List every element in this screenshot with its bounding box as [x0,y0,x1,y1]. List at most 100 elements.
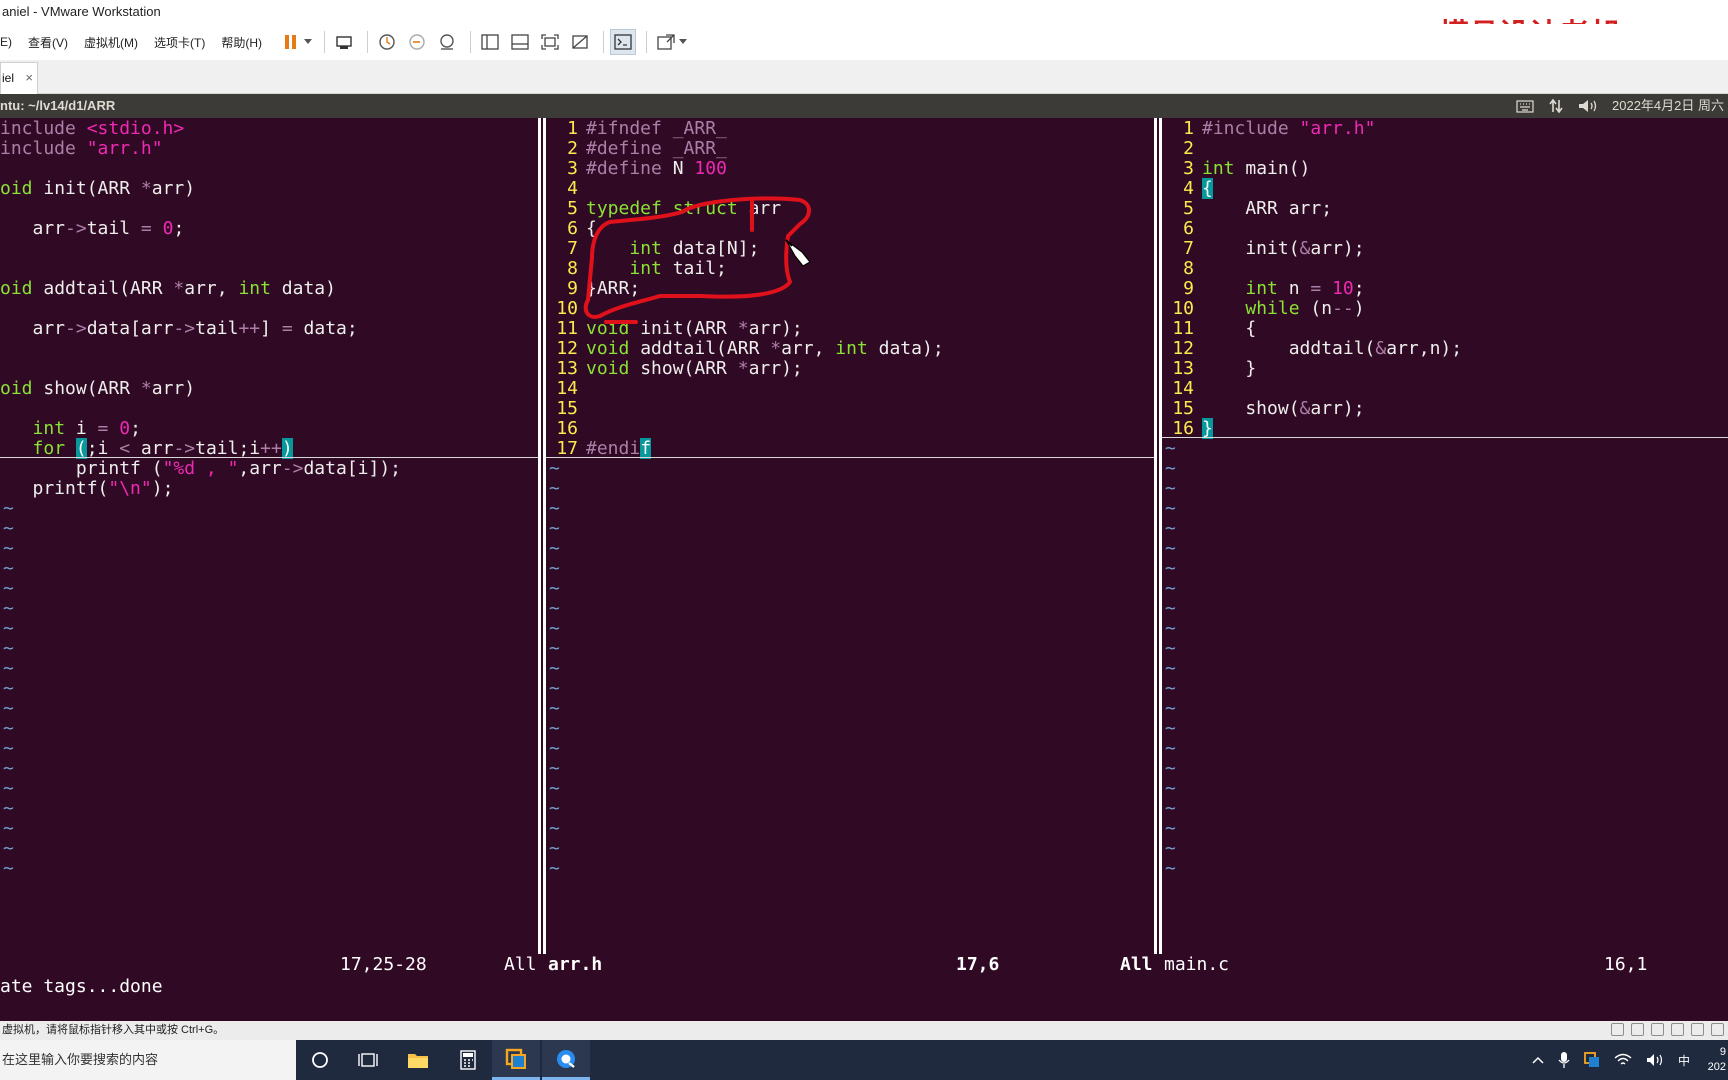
code-line[interactable]: ~ [546,758,1156,780]
fullscreen-button[interactable] [537,29,563,55]
code-line[interactable]: ~ [1162,698,1728,720]
code-line[interactable] [0,338,538,360]
code-line[interactable]: ~ [1162,618,1728,640]
chevron-up-icon[interactable] [1532,1056,1544,1064]
code-line[interactable]: ~ [546,478,1156,500]
snapshot-button[interactable] [374,29,400,55]
task-view-button[interactable] [344,1040,392,1080]
code-line[interactable]: ~ [1162,538,1728,560]
vmware-taskbar-button[interactable] [492,1040,540,1080]
wifi-icon[interactable] [1614,1053,1632,1067]
hard-disk-icon[interactable] [1611,1023,1624,1036]
code-line[interactable]: 12 void addtail(ARR *arr, int data); [546,338,1156,360]
menu-help[interactable]: 帮助(H) [221,34,262,51]
code-line[interactable]: 15 [546,398,1156,420]
code-line[interactable]: ~ [1162,778,1728,800]
network-adapter-icon[interactable] [1651,1023,1664,1036]
code-line[interactable]: 1 #ifndef _ARR_ [546,118,1156,140]
code-line[interactable] [0,298,538,320]
revert-snapshot-button[interactable] [404,29,430,55]
menu-edit[interactable]: E) [0,35,12,49]
volume-icon[interactable] [1578,98,1598,114]
code-line[interactable]: arr->tail = 0; [0,218,538,240]
code-line[interactable]: 8 int tail; [546,258,1156,280]
code-line[interactable]: ~ [546,858,1156,880]
code-line[interactable] [0,358,538,380]
code-line[interactable]: ~ [1162,638,1728,660]
code-line[interactable]: include <stdio.h> [0,118,538,140]
code-line[interactable]: 4 [546,178,1156,200]
code-line[interactable]: ~ [0,638,538,660]
code-line[interactable]: ~ [0,698,538,720]
code-line[interactable]: ~ [1162,858,1728,880]
code-line[interactable] [0,158,538,180]
code-line[interactable]: ~ [0,678,538,700]
code-line[interactable]: ~ [546,658,1156,680]
display-icon[interactable] [1711,1023,1724,1036]
code-line[interactable]: ~ [1162,818,1728,840]
menu-tabs[interactable]: 选项卡(T) [154,34,205,51]
code-line[interactable]: 12 addtail(&arr,n); [1162,338,1728,360]
code-line[interactable]: ~ [0,778,538,800]
code-line[interactable]: ~ [546,598,1156,620]
code-line[interactable]: 10 while (n--) [1162,298,1728,320]
code-line[interactable]: 13 } [1162,358,1728,380]
code-line[interactable]: ~ [546,498,1156,520]
code-line[interactable]: ~ [1162,558,1728,580]
code-line[interactable]: ~ [0,558,538,580]
code-line[interactable]: 16 [546,418,1156,440]
code-line[interactable]: ~ [0,858,538,880]
vim-vertical-separator[interactable] [538,118,546,976]
taskbar-search-box[interactable]: 在这里输入你要搜索的内容 [0,1040,296,1080]
code-line[interactable]: 7 init(&arr); [1162,238,1728,260]
snapshot-manager-button[interactable] [434,29,460,55]
qq-browser-taskbar-button[interactable] [542,1040,590,1080]
code-line[interactable]: 3 #define N 100 [546,158,1156,180]
code-line[interactable]: ~ [1162,758,1728,780]
code-line[interactable]: 11 { [1162,318,1728,340]
vim-pane-arr-c[interactable]: include <stdio.h> include "arr.h" oid init… [0,118,538,954]
code-line[interactable]: 4{ [1162,178,1728,200]
code-line[interactable]: arr->data[arr->tail++] = data; [0,318,538,340]
code-line[interactable]: 1 #include "arr.h" [1162,118,1728,140]
code-line[interactable]: ~ [546,578,1156,600]
code-line[interactable]: ~ [1162,518,1728,540]
code-line[interactable]: ~ [1162,798,1728,820]
microphone-icon[interactable] [1558,1051,1570,1069]
code-line[interactable]: ~ [1162,658,1728,680]
code-line[interactable]: 14 [546,378,1156,400]
code-line[interactable] [0,198,538,220]
code-line[interactable]: ~ [546,618,1156,640]
unity-button[interactable] [567,29,593,55]
vim-vertical-separator[interactable] [1154,118,1162,976]
code-line[interactable]: 10 [546,298,1156,320]
code-line[interactable]: printf ("%d , ",arr->data[i]); [0,458,538,480]
code-line[interactable]: ~ [0,838,538,860]
code-line[interactable]: ~ [0,618,538,640]
cortana-button[interactable] [296,1040,344,1080]
code-line[interactable]: 9 int n = 10; [1162,278,1728,300]
code-line[interactable] [0,398,538,420]
code-line[interactable]: 13 void show(ARR *arr); [546,358,1156,380]
pause-button[interactable] [278,29,304,55]
code-line[interactable]: 3 int main() [1162,158,1728,180]
code-line[interactable]: ~ [546,638,1156,660]
code-line[interactable]: ~ [546,558,1156,580]
code-line[interactable]: 8 [1162,258,1728,280]
code-line[interactable]: 15 show(&arr); [1162,398,1728,420]
usb-icon[interactable] [1671,1023,1684,1036]
speaker-icon[interactable] [1646,1053,1664,1067]
calculator-button[interactable] [444,1040,492,1080]
code-line[interactable]: ~ [1162,838,1728,860]
code-line[interactable]: oid show(ARR *arr) [0,378,538,400]
code-line[interactable]: ~ [546,518,1156,540]
pause-dropdown[interactable] [302,29,314,55]
code-line[interactable]: 5 ARR arr; [1162,198,1728,220]
code-line[interactable]: 7 int data[N]; [546,238,1156,260]
code-line[interactable]: 2 [1162,138,1728,160]
code-line[interactable]: ~ [0,718,538,740]
show-library-button[interactable] [477,29,503,55]
code-line[interactable]: ~ [1162,718,1728,740]
code-line[interactable]: ~ [546,838,1156,860]
code-line[interactable] [0,258,538,280]
